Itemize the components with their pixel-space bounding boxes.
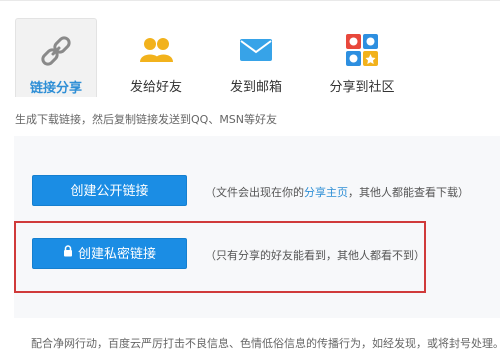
tab-send-email[interactable]: 发到邮箱 bbox=[220, 18, 292, 96]
button-label: 创建公开链接 bbox=[70, 184, 149, 199]
footer-notice: 配合净网行动，百度云严厉打击不良信息、色情低俗信息的传播行为，如经发现，或将封号… bbox=[31, 337, 500, 350]
tab-share-community[interactable]: 分享到社区 bbox=[320, 18, 404, 96]
share-description: 生成下载链接，然后复制链接发送到QQ、MSN等好友 bbox=[15, 113, 278, 126]
button-label: 创建私密链接 bbox=[77, 247, 156, 262]
tab-label: 发到邮箱 bbox=[229, 80, 282, 95]
community-icon bbox=[344, 32, 380, 68]
create-public-link-button[interactable]: 创建公开链接 bbox=[32, 175, 187, 206]
friends-icon bbox=[138, 32, 174, 68]
public-link-note: （文件会出现在你的分享主页，其他人都能查看下载） bbox=[205, 186, 469, 199]
share-tabs: 链接分享 发给好友 发到邮箱 分享到社区 bbox=[0, 10, 500, 97]
top-divider bbox=[0, 0, 500, 1]
share-homepage-link[interactable]: 分享主页 bbox=[304, 186, 348, 199]
link-icon bbox=[38, 33, 74, 69]
tab-send-friend[interactable]: 发给好友 bbox=[120, 18, 192, 96]
tab-label: 分享到社区 bbox=[329, 80, 395, 95]
create-private-link-button[interactable]: 创建私密链接 bbox=[32, 238, 187, 269]
tab-label: 链接分享 bbox=[29, 81, 82, 96]
mail-icon bbox=[238, 32, 274, 68]
lock-icon bbox=[63, 238, 73, 269]
private-link-note: （只有分享的好友能看到，其他人都看不到） bbox=[205, 249, 425, 262]
tab-label: 发给好友 bbox=[129, 80, 182, 95]
tab-link-share[interactable]: 链接分享 bbox=[15, 18, 97, 97]
